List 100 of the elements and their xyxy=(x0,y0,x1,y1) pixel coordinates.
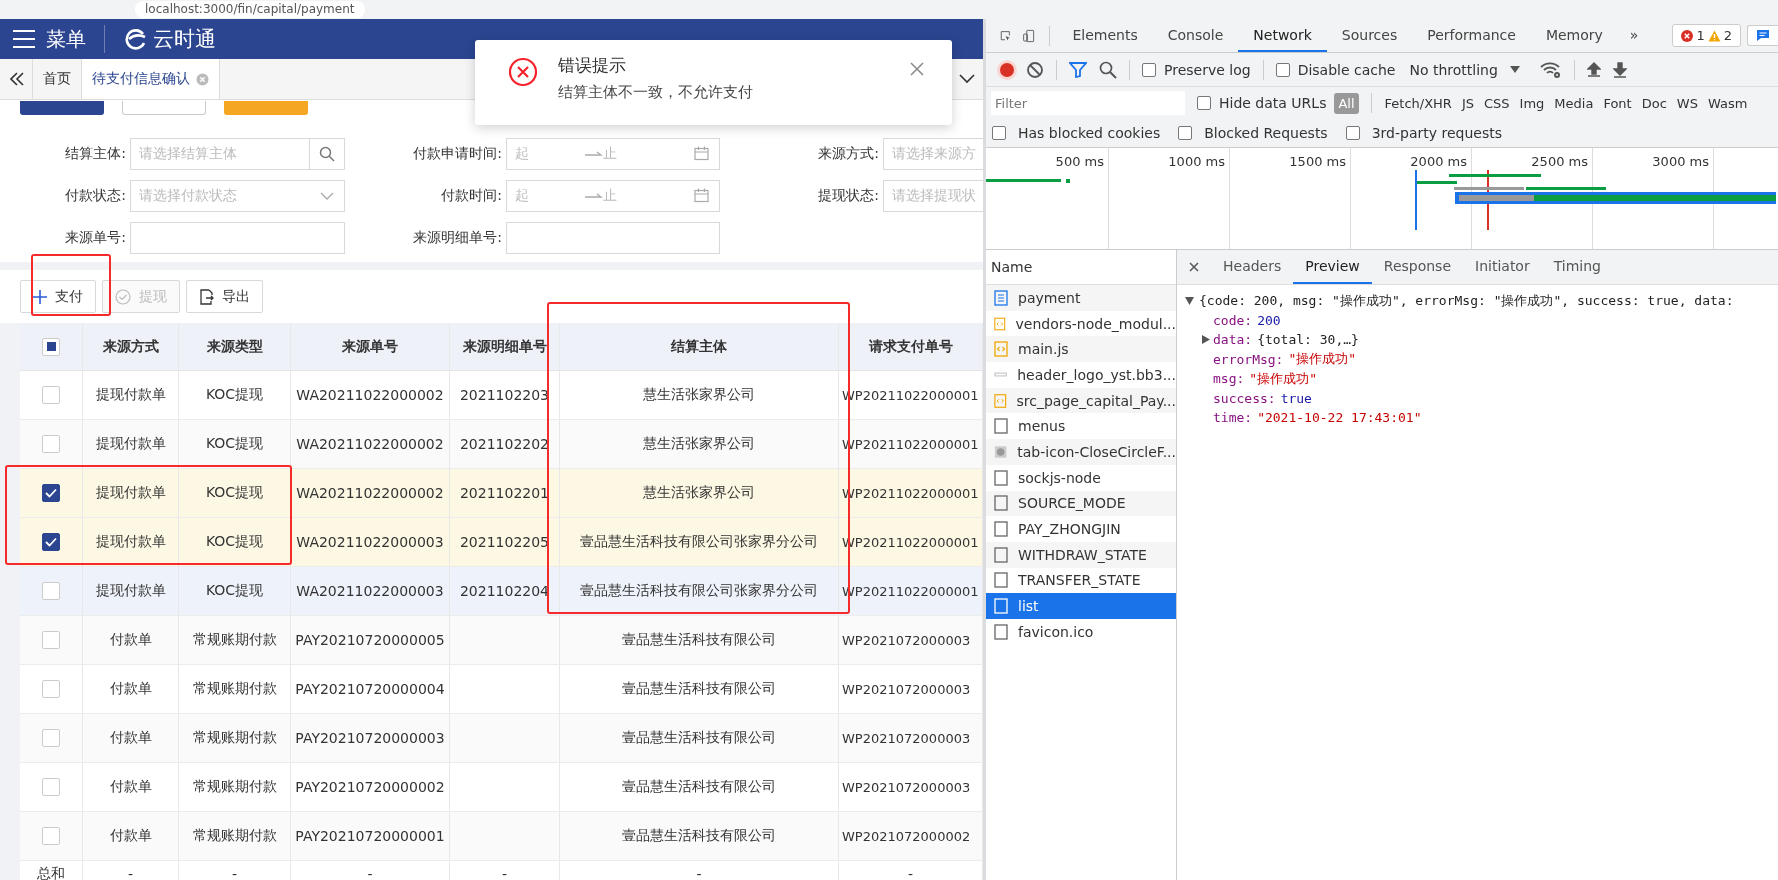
close-icon[interactable] xyxy=(910,62,924,76)
check-circle-icon xyxy=(115,288,131,305)
table-cell: 2021102202 xyxy=(459,436,550,452)
type-filter[interactable]: Wasm xyxy=(1706,93,1749,113)
detail-tab[interactable]: Headers xyxy=(1211,250,1294,284)
request-icon xyxy=(994,521,1008,538)
toolbar-button[interactable]: 导出 xyxy=(186,280,263,313)
calendar-icon[interactable] xyxy=(694,146,709,161)
chevron-down-icon[interactable] xyxy=(959,74,975,84)
table-row[interactable]: 付款单 常规账期付款 PAY20210720000005 壹品慧生活科技有限公司 WP2021072000003 xyxy=(20,616,983,665)
menu-icon[interactable] xyxy=(12,29,36,49)
error-icon xyxy=(508,57,538,87)
type-filter[interactable]: Media xyxy=(1553,93,1595,113)
input-field[interactable] xyxy=(506,221,720,254)
option-checkbox[interactable]: Blocked Requests xyxy=(1178,125,1328,141)
detail-tab[interactable]: Preview xyxy=(1293,250,1372,284)
request-row[interactable]: payment xyxy=(986,285,1176,311)
time-tick-label: 1000 ms xyxy=(1168,154,1225,169)
throttling-dropdown[interactable]: No throttling xyxy=(1409,61,1498,78)
messages-button[interactable] xyxy=(1747,25,1778,46)
filter-field[interactable]: Filter xyxy=(991,91,1185,115)
row-checkbox[interactable] xyxy=(42,533,60,551)
type-filter[interactable]: Img xyxy=(1518,93,1546,113)
upload-icon[interactable] xyxy=(1586,61,1601,78)
menu-label[interactable]: 菜单 xyxy=(46,25,86,53)
toolbar-button[interactable]: 支付 xyxy=(20,280,96,313)
more-tabs-button[interactable]: » xyxy=(1617,19,1651,52)
column-header[interactable]: 来源单号 xyxy=(291,323,450,370)
table-row[interactable]: 付款单 常规账期付款 PAY20210720000001 壹品慧生活科技有限公司 WP2021072000002 xyxy=(20,812,983,861)
column-header[interactable]: 结算主体 xyxy=(560,323,839,370)
table-row[interactable]: 付款单 常规账期付款 PAY20210720000003 壹品慧生活科技有限公司 WP2021072000003 xyxy=(20,714,983,763)
table-cell: 付款单 xyxy=(109,827,152,845)
detail-tab[interactable]: Timing xyxy=(1541,250,1613,284)
expanded-triangle-icon[interactable] xyxy=(1185,296,1194,305)
select-all-checkbox[interactable] xyxy=(42,337,60,356)
type-filter[interactable]: JS xyxy=(1460,93,1475,113)
type-filter[interactable]: WS xyxy=(1675,93,1699,113)
address-bar[interactable]: localhost:3000/fin/capital/payment xyxy=(135,1,365,18)
request-row[interactable]: WITHDRAW_STATE xyxy=(986,541,1176,568)
calendar-icon[interactable] xyxy=(694,188,709,203)
time-tick-label: 500 ms xyxy=(1055,154,1104,169)
column-header[interactable]: 来源方式 xyxy=(83,323,179,370)
preview-key: data: xyxy=(1213,332,1253,348)
column-header[interactable]: 来源类型 xyxy=(179,323,291,370)
page-tab[interactable]: 待支付信息确认 xyxy=(81,59,220,99)
input-field[interactable] xyxy=(130,221,345,254)
request-row[interactable]: list xyxy=(986,593,1176,619)
preview-value: "操作成功" xyxy=(1249,369,1317,388)
checkmark-icon xyxy=(45,537,57,547)
request-icon xyxy=(994,623,1008,640)
option-checkbox[interactable]: Hide data URLs xyxy=(1197,95,1327,111)
detail-tab[interactable]: Response xyxy=(1371,250,1464,284)
panel-tab[interactable]: Console xyxy=(1152,19,1239,52)
table-row[interactable]: 付款单 常规账期付款 PAY20210720000002 壹品慧生活科技有限公司 WP2021072000003 xyxy=(20,763,983,812)
collapse-left-icon[interactable] xyxy=(10,72,24,86)
type-filter[interactable]: CSS xyxy=(1483,93,1511,113)
option-checkbox[interactable]: Has blocked cookies xyxy=(992,125,1161,141)
request-row[interactable]: main.js xyxy=(986,336,1176,363)
time-tick-label: 1500 ms xyxy=(1289,154,1346,169)
table-cell: - xyxy=(231,866,238,880)
panel-tab[interactable]: Memory xyxy=(1530,19,1618,52)
column-header[interactable]: 请求支付单号 xyxy=(839,323,983,370)
panel-tab[interactable]: Elements xyxy=(1057,19,1153,52)
option-checkbox[interactable]: 3rd-party requests xyxy=(1345,125,1502,141)
search-icon[interactable] xyxy=(319,145,335,162)
preview-key: msg: xyxy=(1213,371,1245,387)
request-row[interactable]: SOURCE_MODE xyxy=(986,490,1176,517)
option-checkbox[interactable]: Preserve log xyxy=(1142,61,1251,78)
table-cell: 提现付款单 xyxy=(95,533,166,551)
request-row[interactable]: tab-icon-CloseCircleF... xyxy=(986,439,1176,465)
option-checkbox[interactable]: Disable cache xyxy=(1275,61,1396,78)
table-cell: 2021102201 xyxy=(459,485,550,501)
table-cell: WA20211022000003 xyxy=(296,583,444,599)
row-checkbox[interactable] xyxy=(42,484,60,502)
column-header[interactable]: 来源明细单号 xyxy=(450,323,560,370)
record-button[interactable] xyxy=(1000,62,1014,77)
script-icon xyxy=(994,392,1007,409)
close-icon[interactable] xyxy=(1189,262,1199,272)
detail-tab[interactable]: Initiator xyxy=(1463,250,1542,284)
clear-icon[interactable] xyxy=(1026,60,1044,79)
script-icon xyxy=(994,315,1006,332)
table-cell: 常规账期付款 xyxy=(192,778,277,796)
type-filter[interactable]: Doc xyxy=(1640,93,1668,113)
search-icon[interactable] xyxy=(1099,60,1117,79)
table-row[interactable]: 付款单 常规账期付款 PAY20210720000004 壹品慧生活科技有限公司 WP2021072000003 xyxy=(20,665,983,714)
table-cell: 壹品慧生活科技有限公司 xyxy=(622,827,776,845)
type-filter[interactable]: Font xyxy=(1602,93,1633,113)
dropdown-arrow-icon[interactable] xyxy=(1509,66,1520,73)
table-cell: 常规账期付款 xyxy=(192,680,277,698)
download-icon[interactable] xyxy=(1612,61,1627,78)
network-settings-icon[interactable] xyxy=(1539,60,1562,79)
request-row[interactable]: src_page_capital_Pay... xyxy=(986,387,1176,414)
collapsed-triangle-icon[interactable] xyxy=(1202,335,1210,345)
issues-badge[interactable]: 1 2 xyxy=(1672,24,1741,47)
filter-icon[interactable] xyxy=(1069,61,1087,78)
type-filter[interactable]: Fetch/XHR xyxy=(1383,93,1453,113)
panel-tab[interactable]: Performance xyxy=(1412,19,1531,52)
table-cell: WA20211022000002 xyxy=(296,485,444,501)
table-cell: KOC提现 xyxy=(205,386,264,404)
panel-tab[interactable]: Sources xyxy=(1326,19,1413,52)
